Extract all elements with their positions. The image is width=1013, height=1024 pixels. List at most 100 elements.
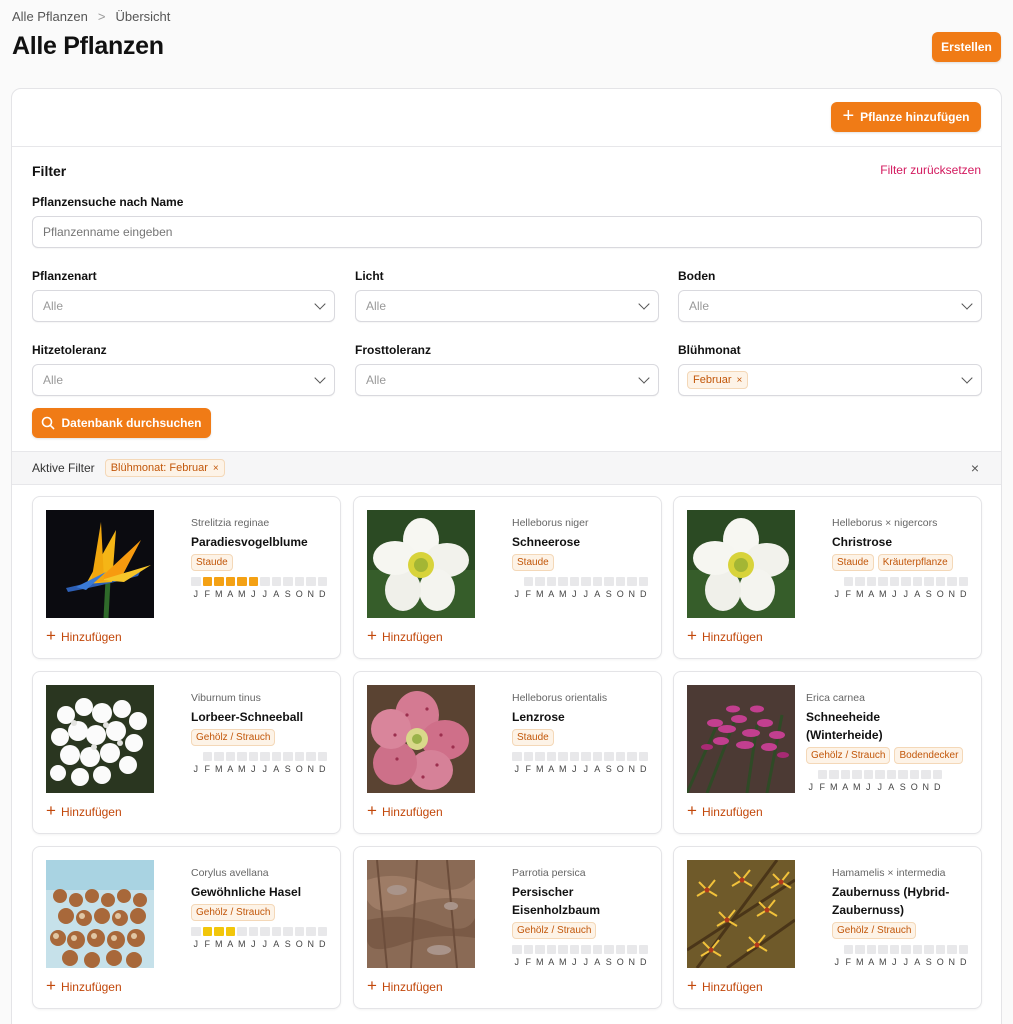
plant-card: Viburnum tinus Lorbeer-Schneeball Gehölz /…	[32, 671, 341, 834]
month-letters: JFMAMJJASOND	[191, 939, 331, 949]
bloom-month-cell	[191, 577, 201, 586]
month-letters: JFMAMJJASOND	[191, 764, 331, 774]
search-database-button[interactable]: Datenbank durchsuchen	[32, 408, 211, 438]
chevron-down-icon	[638, 298, 650, 310]
bloom-month-cell	[581, 577, 591, 586]
bloom-month-cell	[855, 945, 865, 954]
common-name[interactable]: Schneeheide (Winterheide)	[806, 708, 946, 744]
common-name[interactable]: Lenzrose	[512, 708, 652, 726]
bloom-month-cell	[260, 927, 270, 936]
bloom-month-cell	[202, 752, 212, 761]
bloom-month-cell	[947, 945, 957, 954]
bloom-month-cell	[546, 752, 556, 761]
month-letter: S	[605, 957, 612, 967]
month-letter: A	[548, 764, 555, 774]
bloom-month-cell	[889, 945, 899, 954]
soil-select[interactable]: Alle	[678, 290, 982, 322]
bloom-month-cell	[271, 927, 281, 936]
plant-type-tag: Gehölz / Strauch	[832, 922, 917, 939]
plant-type-select[interactable]: Alle	[32, 290, 335, 322]
common-name[interactable]: Schneerose	[512, 533, 652, 551]
month-letter: S	[899, 782, 906, 792]
add-plant-link[interactable]: + Hinzufügen	[367, 626, 443, 645]
bloom-month-cell	[237, 577, 247, 586]
bloom-month-label: Blühmonat	[678, 343, 741, 357]
month-letter: D	[934, 782, 941, 792]
bloom-month-cell	[855, 577, 865, 586]
bloom-month-cell	[889, 577, 899, 586]
plant-card: Erica carnea Schneeheide (Winterheide) Geh…	[673, 671, 982, 834]
plant-card: Parrotia persica Persischer Eisenholzbaum…	[353, 846, 662, 1009]
month-letter: J	[834, 589, 840, 599]
month-letter: S	[925, 957, 932, 967]
breadcrumb-root[interactable]: Alle Pflanzen	[12, 9, 88, 24]
plant-type-tag: Staude	[832, 554, 874, 571]
month-letter: F	[525, 764, 532, 774]
create-button[interactable]: Erstellen	[932, 32, 1001, 62]
add-plant-link[interactable]: + Hinzufügen	[46, 802, 122, 819]
bloom-month-cell	[604, 577, 614, 586]
bloom-month-cell	[283, 927, 293, 936]
bloom-month-cell	[898, 770, 908, 779]
month-letter: J	[583, 957, 589, 967]
month-letter: J	[514, 589, 520, 599]
add-label: Hinzufügen	[381, 629, 443, 644]
add-label: Hinzufügen	[381, 804, 443, 819]
month-letter: J	[193, 589, 199, 599]
bloom-month-cell	[535, 752, 545, 761]
add-plant-link[interactable]: + Hinzufügen	[367, 802, 443, 819]
bloom-calendar	[832, 945, 972, 954]
add-plant-link[interactable]: + Hinzufügen	[46, 627, 122, 644]
bloom-month-cell	[615, 752, 625, 761]
close-icon[interactable]: ×	[213, 463, 219, 474]
scientific-name: Viburnum tinus	[191, 692, 261, 704]
active-filters-bar: Aktive Filter Blühmonat: Februar × ×	[12, 451, 1001, 485]
filter-reset-link[interactable]: Filter zurücksetzen	[880, 163, 981, 177]
month-letter: J	[514, 957, 520, 967]
month-letter: S	[284, 939, 291, 949]
month-letter: N	[307, 764, 315, 774]
heat-select[interactable]: Alle	[32, 364, 335, 396]
month-letter: O	[910, 782, 918, 792]
bloom-month-cell	[283, 577, 293, 586]
plants-panel: + Pflanze hinzufügen Filter Filter zurüc…	[11, 88, 1002, 1024]
add-plant-link[interactable]: + Hinzufügen	[46, 977, 122, 994]
month-letter: M	[536, 957, 544, 967]
month-letter: D	[319, 589, 326, 599]
frost-select[interactable]: Alle	[355, 364, 659, 396]
month-letter: A	[273, 589, 280, 599]
light-select[interactable]: Alle	[355, 290, 659, 322]
bloom-month-cell	[294, 577, 304, 586]
clear-filters-icon[interactable]: ×	[971, 460, 979, 476]
common-name[interactable]: Paradiesvogelblume	[191, 533, 331, 551]
add-plant-link[interactable]: + Hinzufügen	[687, 977, 763, 994]
search-label: Pflanzensuche nach Name	[32, 195, 184, 209]
month-letter: J	[251, 764, 256, 774]
add-plant-link[interactable]: + Hinzufügen	[687, 627, 763, 644]
month-letter: A	[273, 939, 280, 949]
month-letter: M	[536, 589, 544, 599]
common-name[interactable]: Christrose	[832, 533, 972, 551]
scientific-name: Helleborus × nigercors	[832, 517, 938, 529]
bloom-month-select[interactable]: Februar ×	[678, 364, 982, 396]
month-letter: J	[866, 782, 871, 792]
bloom-month-cell	[225, 577, 235, 586]
close-icon[interactable]: ×	[737, 375, 743, 386]
common-name[interactable]: Lorbeer-Schneeball	[191, 708, 331, 726]
bloom-month-cell	[817, 770, 827, 779]
plant-card: Hamamelis × intermedia Zaubernuss (Hybrid…	[673, 846, 982, 1009]
month-letters: JFMAMJJASOND	[512, 957, 652, 967]
month-letter: S	[925, 589, 932, 599]
month-letters: JFMAMJJASOND	[832, 957, 972, 967]
common-name[interactable]: Zaubernuss (Hybrid-Zaubernuss)	[832, 883, 972, 919]
plus-icon: +	[367, 626, 377, 645]
month-letter: J	[892, 957, 897, 967]
add-plant-link[interactable]: + Hinzufügen	[367, 977, 443, 994]
common-name[interactable]: Persischer Eisenholzbaum	[512, 883, 652, 919]
plant-name-search-input[interactable]	[32, 216, 982, 248]
add-plant-link[interactable]: + Hinzufügen	[687, 802, 763, 819]
common-name[interactable]: Gewöhnliche Hasel	[191, 883, 331, 901]
month-letter: D	[960, 957, 967, 967]
plant-card: Helleborus orientalis Lenzrose Staude J F M A M…	[353, 671, 662, 834]
plant-type-tag: Gehölz / Strauch	[806, 747, 891, 764]
